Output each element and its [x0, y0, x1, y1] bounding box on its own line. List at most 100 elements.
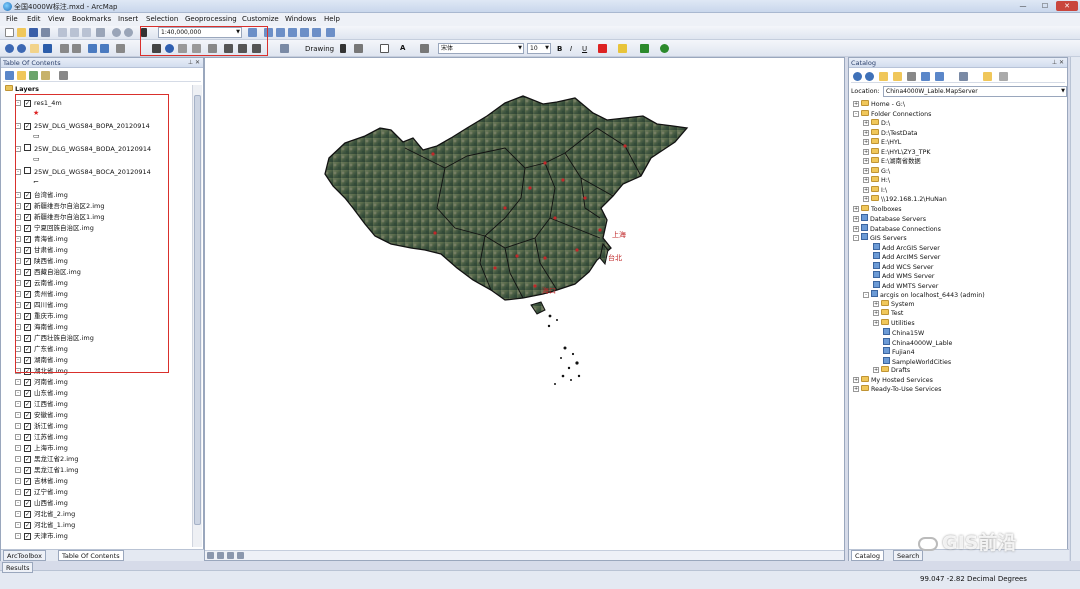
expand-toggle[interactable]: - [15, 511, 21, 517]
list-by-selection-icon[interactable] [41, 71, 50, 80]
line-color-icon[interactable] [640, 44, 649, 53]
expand-toggle[interactable]: - [15, 379, 21, 385]
toc-layer-row[interactable]: - ✓ 天津市.img [15, 531, 68, 542]
catalog-tree-item[interactable]: + Ready-To-Use Services [853, 385, 941, 395]
catalog-tree-item[interactable]: China15W [873, 328, 924, 338]
catalog-tree-item[interactable]: + Database Servers [853, 214, 926, 224]
catalog-tree-item[interactable]: + Toolboxes [853, 204, 902, 215]
tree-expand-toggle[interactable]: + [863, 158, 869, 164]
menu-windows[interactable]: Windows [285, 15, 316, 23]
expand-toggle[interactable]: - [15, 445, 21, 451]
edit-vertices-icon[interactable] [420, 44, 429, 53]
toc-layer-row[interactable]: - ✓ 上海市.img [15, 443, 68, 454]
copy-catalog-icon[interactable] [921, 72, 930, 81]
font-name-combo[interactable]: 宋体 ▼ [438, 43, 524, 54]
zoom-out-icon[interactable] [17, 44, 26, 53]
layer-visibility-checkbox[interactable]: ✓ [24, 467, 31, 474]
toc-layer-row[interactable]: - ✓ 江西省.img [15, 399, 68, 410]
text-tool-button[interactable]: A [400, 44, 405, 52]
redo-icon[interactable] [124, 28, 133, 37]
toc-layer-row[interactable]: - ✓ 浙江省.img [15, 421, 68, 432]
open-icon[interactable] [17, 28, 26, 37]
rectangle-icon[interactable] [380, 44, 389, 53]
menu-file[interactable]: File [6, 15, 18, 23]
pin-close-icon[interactable]: ⊥ ✕ [188, 58, 200, 68]
list-by-source-icon[interactable] [17, 71, 26, 80]
save-icon[interactable] [29, 28, 38, 37]
expand-toggle[interactable]: - [15, 467, 21, 473]
connect-to-folder-icon[interactable] [893, 72, 902, 81]
tree-expand-toggle[interactable]: + [863, 177, 869, 183]
expand-toggle[interactable]: - [15, 500, 21, 506]
data-view-icon[interactable] [207, 552, 214, 559]
catalog-tree-item[interactable]: + E:\HYL [863, 138, 901, 148]
layer-visibility-checkbox[interactable]: ✓ [24, 522, 31, 529]
toc-layer-row[interactable]: - ✓ 河南省.img [15, 377, 68, 388]
layer-visibility-checkbox[interactable]: ✓ [24, 412, 31, 419]
toc-layer-row[interactable]: - ✓ 安徽省.img [15, 410, 68, 421]
disconnect-folder-icon[interactable] [907, 72, 916, 81]
toc-layer-row[interactable]: - ✓ 河北省_2.img [15, 509, 75, 520]
tree-expand-toggle[interactable]: + [863, 186, 869, 193]
tree-expand-toggle[interactable]: + [873, 367, 879, 373]
fixed-zoom-in-icon[interactable] [60, 44, 69, 53]
catalog-tree-item[interactable]: Fujian4 [873, 347, 915, 357]
expand-toggle[interactable]: - [15, 390, 21, 396]
forward-extent-icon[interactable] [100, 44, 109, 53]
layer-visibility-checkbox[interactable]: ✓ [24, 533, 31, 540]
tree-expand-toggle[interactable]: + [853, 205, 859, 212]
catalog-window-icon[interactable] [276, 28, 285, 37]
tree-expand-toggle[interactable]: + [863, 139, 869, 145]
underline-button[interactable]: U [582, 45, 587, 53]
minimize-button[interactable]: — [1012, 1, 1034, 11]
catalog-pin-close-icon[interactable]: ⊥ ✕ [1052, 58, 1064, 68]
time-slider-icon[interactable] [280, 44, 289, 53]
layer-visibility-checkbox[interactable]: ✓ [24, 379, 31, 386]
rotate-icon[interactable] [354, 44, 363, 53]
options-icon-catalog[interactable] [999, 72, 1008, 81]
layer-visibility-checkbox[interactable]: ✓ [24, 489, 31, 496]
catalog-tree-item[interactable]: + \\192.168.1.2\HuNan [863, 195, 947, 205]
font-color-icon[interactable] [598, 44, 607, 53]
catalog-tree-item[interactable]: + D:\TestData [863, 128, 918, 139]
forward-arrow-icon[interactable] [865, 72, 874, 81]
catalog-tree-item[interactable]: Add WMS Server [863, 271, 935, 281]
menu-help[interactable]: Help [324, 15, 340, 23]
toc-layer-row[interactable]: - ✓ 河北省_1.img [15, 520, 75, 531]
catalog-tree-item[interactable]: - Folder Connections [853, 109, 931, 120]
layer-visibility-checkbox[interactable]: ✓ [24, 456, 31, 463]
copy-icon[interactable] [70, 28, 79, 37]
tree-expand-toggle[interactable]: + [863, 196, 869, 202]
expand-toggle[interactable]: - [15, 401, 21, 407]
expand-toggle[interactable]: - [15, 456, 21, 462]
toc-layer-row[interactable]: - ✓ 黑龙江省2.img [15, 454, 78, 465]
catalog-tree-item[interactable]: + E:\湖南省数据 [863, 157, 921, 167]
tree-expand-toggle[interactable]: - [863, 292, 869, 298]
toc-layer-row[interactable]: - ✓ 黑龙江省1.img [15, 465, 78, 476]
tab-results[interactable]: Results [2, 562, 34, 573]
up-one-level-icon[interactable] [879, 72, 888, 81]
list-by-drawing-order-icon[interactable] [5, 71, 14, 80]
menu-selection[interactable]: Selection [146, 15, 178, 23]
full-extent-icon[interactable] [43, 44, 52, 53]
expand-toggle[interactable]: - [15, 423, 21, 429]
tab-table-of-contents[interactable]: Table Of Contents [58, 550, 124, 561]
tree-expand-toggle[interactable]: + [873, 310, 879, 316]
toc-layer-row[interactable]: - ✓ 山西省.img [15, 498, 68, 509]
views-icon[interactable] [959, 72, 968, 81]
italic-button[interactable]: I [570, 45, 572, 53]
layer-visibility-checkbox[interactable]: ✓ [24, 390, 31, 397]
catalog-tree-item[interactable]: + E:\HYL\ZY3_TPK [863, 147, 931, 158]
catalog-tree-item[interactable]: - arcgis on localhost_6443 (admin) [863, 290, 985, 300]
catalog-tree-item[interactable]: + Utilities [873, 318, 915, 329]
close-button[interactable]: ✕ [1056, 1, 1078, 11]
tree-expand-toggle[interactable]: + [863, 148, 869, 155]
list-by-visibility-icon[interactable] [29, 71, 38, 80]
tree-expand-toggle[interactable]: - [853, 235, 859, 241]
pause-drawing-icon[interactable] [237, 552, 244, 559]
catalog-tree-item[interactable]: Add ArcGIS Server [863, 242, 940, 253]
pan-icon[interactable] [30, 44, 39, 53]
catalog-tree-item[interactable]: China4000W_Lable [873, 337, 952, 348]
undo-icon[interactable] [112, 28, 121, 37]
catalog-tree-item[interactable]: Add ArcIMS Server [863, 252, 940, 262]
